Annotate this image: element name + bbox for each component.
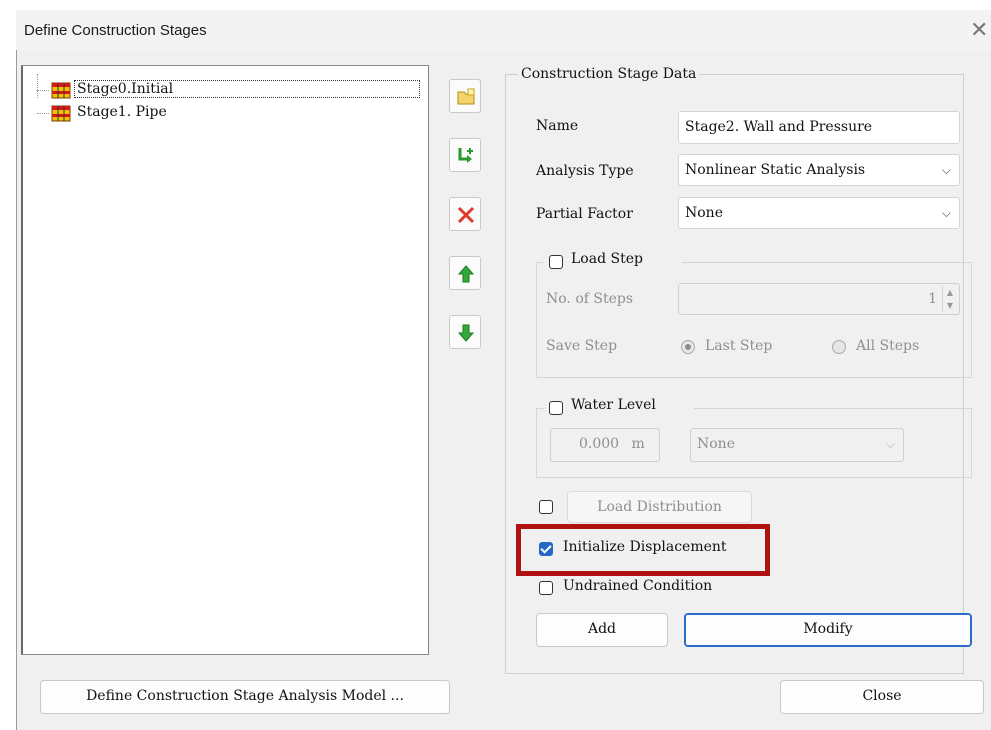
all-steps-radio[interactable] [832,340,846,354]
delete-stage-button[interactable] [449,197,481,231]
last-step-label: Last Step [705,338,773,354]
water-level-checkbox[interactable] [549,401,563,415]
move-down-button[interactable] [449,315,481,349]
move-up-icon [457,265,475,283]
stage-icon [51,105,71,122]
new-folder-icon [457,88,475,105]
water-level-unit: m [631,436,645,452]
move-up-button[interactable] [449,256,481,290]
modify-button[interactable]: Modify [684,613,972,647]
undrained-condition-label: Undrained Condition [563,578,713,594]
add-button[interactable]: Add [536,613,668,647]
move-down-icon [457,324,475,342]
tree-item-label: Stage1. Pipe [77,104,167,120]
analysis-type-label: Analysis Type [536,163,634,179]
load-step-checkbox[interactable] [549,255,563,269]
stage-tree[interactable]: Stage0.Initial Stage1. Pipe [21,65,429,655]
tree-connector [37,74,38,98]
partial-factor-value: None [685,205,723,221]
spin-down-icon[interactable]: ▼ [943,299,957,312]
water-level-input[interactable]: 0.000 m [550,428,660,462]
delete-icon [457,206,475,224]
close-button[interactable]: Close [780,680,984,714]
load-step-label: Load Step [571,251,643,267]
chevron-down-icon: ⌵ [885,437,895,451]
load-distribution-checkbox[interactable] [539,500,553,514]
water-level-value: 0.000 [579,436,620,452]
name-field[interactable]: Stage2. Wall and Pressure [678,111,960,144]
spin-up-icon[interactable]: ▲ [943,286,957,299]
tree-connector [37,90,49,91]
steps-spinner[interactable]: 1 ▲ ▼ [678,283,960,315]
close-icon[interactable]: ✕ [970,16,991,46]
steps-label: No. of Steps [546,291,634,307]
analysis-type-value: Nonlinear Static Analysis [685,162,866,178]
window-title: Define Construction Stages [24,22,207,39]
steps-value: 1 [928,291,937,307]
chevron-down-icon: ⌵ [941,206,951,220]
partial-factor-select[interactable]: None ⌵ [678,197,960,229]
all-steps-label: All Steps [856,338,920,354]
stage-icon [51,82,71,99]
chevron-down-icon: ⌵ [941,163,951,177]
partial-factor-label: Partial Factor [536,206,633,222]
undrained-condition-checkbox[interactable] [539,581,553,595]
name-label: Name [536,118,579,134]
load-distribution-button[interactable]: Load Distribution [567,491,752,523]
water-level-function-value: None [697,436,735,452]
new-stage-button[interactable] [449,79,481,113]
tree-connector [37,113,49,114]
water-level-function-select[interactable]: None ⌵ [690,428,904,462]
highlight-annotation [516,524,770,576]
save-step-label: Save Step [546,338,618,354]
spin-buttons[interactable]: ▲ ▼ [942,286,957,312]
insert-stage-button[interactable] [449,138,481,172]
tree-item-label: Stage0.Initial [74,80,420,98]
load-step-group [536,262,972,378]
insert-stage-icon [458,148,473,163]
define-model-button[interactable]: Define Construction Stage Analysis Model… [40,680,450,714]
last-step-radio[interactable] [681,340,695,354]
construction-stage-data-legend: Construction Stage Data [518,66,700,82]
analysis-type-select[interactable]: Nonlinear Static Analysis ⌵ [678,154,960,186]
water-level-label: Water Level [571,397,656,413]
